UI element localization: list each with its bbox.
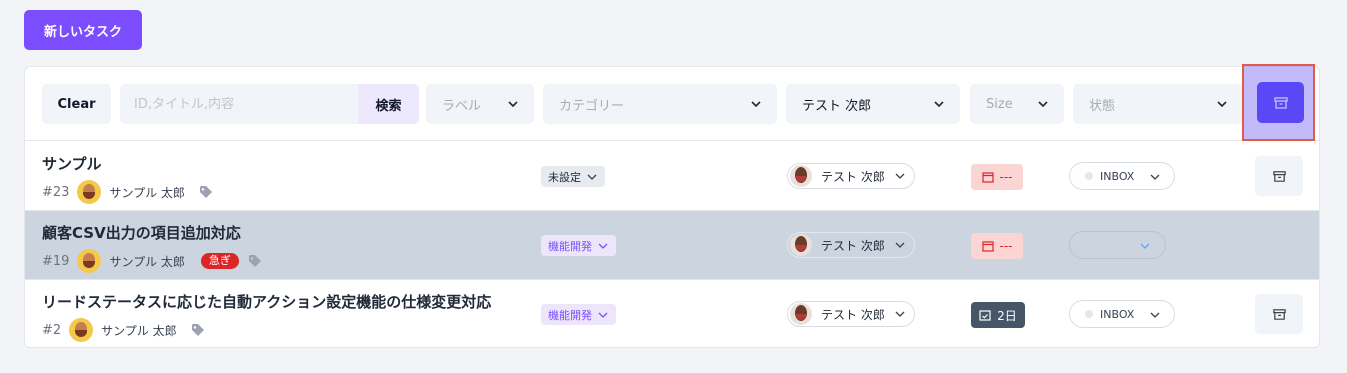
clear-button[interactable]: Clear [42, 84, 111, 124]
calendar-icon [981, 172, 994, 183]
task-title[interactable]: 顧客CSV出力の項目追加対応 [42, 222, 241, 243]
assignee-pill[interactable]: テスト 次郎 [787, 232, 915, 258]
status-select[interactable]: 状態 [1073, 84, 1243, 124]
status-pill[interactable] [1069, 231, 1166, 259]
status-dot [1085, 310, 1093, 318]
status-dot [1085, 172, 1093, 180]
chevron-down-icon [1215, 97, 1229, 111]
chevron-down-icon [894, 239, 906, 251]
chevron-down-icon [1149, 309, 1161, 321]
due-badge[interactable]: 2日 [971, 302, 1025, 328]
filter-bar: Clear 検索 ラベル カテゴリー テスト 次郎 Size 状態 [25, 64, 1319, 141]
archive-icon [1273, 96, 1288, 109]
due-badge[interactable]: --- [971, 164, 1023, 190]
category-select[interactable]: カテゴリー [543, 84, 777, 124]
assignee-pill[interactable]: テスト 次郎 [787, 301, 915, 327]
status-label: INBOX [1100, 169, 1135, 183]
task-row[interactable]: リードステータスに応じた自動アクション設定機能の仕様変更対応 #2 サンプル 太… [25, 280, 1319, 349]
size-select-value: Size [986, 96, 1013, 112]
calendar-icon [981, 241, 994, 252]
chevron-down-icon [597, 309, 609, 321]
assignee-select-value: テスト 次郎 [802, 98, 872, 114]
label-select-value: ラベル [442, 98, 482, 114]
chevron-down-icon [1149, 171, 1161, 183]
chevron-down-icon [1036, 97, 1050, 111]
assignee-select[interactable]: テスト 次郎 [786, 84, 960, 124]
assignee-name: テスト 次郎 [821, 169, 885, 184]
due-badge[interactable]: --- [971, 233, 1023, 259]
avatar [77, 249, 102, 273]
category-label: 機能開発 [548, 308, 592, 322]
task-number: #23 [42, 184, 70, 200]
new-task-button[interactable]: 新しいタスク [24, 10, 142, 50]
avatar [790, 303, 812, 325]
task-row[interactable]: サンプル #23 サンプル 太郎 未設定 テスト 次郎 --- INBOX [25, 142, 1319, 211]
archive-filter-button[interactable] [1257, 82, 1304, 123]
status-pill[interactable]: INBOX [1069, 162, 1175, 190]
due-value: --- [999, 170, 1013, 184]
due-value: 2日 [997, 308, 1017, 323]
tag-icon[interactable] [248, 254, 262, 268]
archive-icon [1272, 308, 1286, 320]
avatar [77, 180, 102, 204]
urgent-badge: 急ぎ [200, 253, 239, 269]
calendar-check-icon [979, 310, 991, 321]
task-title[interactable]: サンプル [42, 153, 102, 174]
chevron-down-icon [749, 97, 763, 111]
chevron-down-icon [506, 97, 520, 111]
tag-icon[interactable] [191, 323, 205, 337]
task-row-selected[interactable]: 顧客CSV出力の項目追加対応 #19 サンプル 太郎 急ぎ 機能開発 テスト 次… [25, 211, 1319, 280]
avatar [790, 165, 812, 187]
archive-icon [1272, 170, 1286, 182]
category-label: 機能開発 [548, 239, 592, 253]
chevron-down-icon [894, 308, 906, 320]
assignee-name: テスト 次郎 [821, 238, 885, 253]
task-meta: #23 サンプル 太郎 [42, 180, 213, 204]
archive-button[interactable] [1255, 156, 1303, 196]
archive-button-highlight [1242, 64, 1315, 141]
chevron-down-icon [586, 171, 598, 183]
search-input[interactable] [120, 84, 358, 124]
avatar [69, 318, 94, 342]
category-label: 未設定 [548, 170, 581, 184]
chevron-down-icon [1139, 240, 1151, 252]
due-value: --- [999, 239, 1013, 253]
task-owner: サンプル 太郎 [109, 185, 185, 200]
assignee-name: テスト 次郎 [821, 307, 885, 322]
assignee-pill[interactable]: テスト 次郎 [787, 163, 915, 189]
status-label: INBOX [1100, 307, 1135, 321]
task-title[interactable]: リードステータスに応じた自動アクション設定機能の仕様変更対応 [42, 291, 491, 312]
search-button[interactable]: 検索 [358, 84, 419, 124]
task-owner: サンプル 太郎 [101, 323, 177, 338]
task-meta: #2 サンプル 太郎 [42, 318, 205, 342]
chevron-down-icon [894, 170, 906, 182]
chevron-down-icon [932, 97, 946, 111]
task-owner: サンプル 太郎 [109, 254, 185, 269]
tag-icon[interactable] [199, 185, 213, 199]
label-select[interactable]: ラベル [426, 84, 534, 124]
avatar [790, 234, 812, 256]
category-badge[interactable]: 機能開発 [541, 235, 616, 256]
status-select-value: 状態 [1089, 98, 1116, 114]
category-badge[interactable]: 機能開発 [541, 304, 616, 325]
task-meta: #19 サンプル 太郎 急ぎ [42, 249, 262, 273]
size-select[interactable]: Size [970, 84, 1064, 124]
task-number: #19 [42, 253, 70, 269]
category-select-value: カテゴリー [559, 98, 625, 114]
task-number: #2 [42, 322, 62, 338]
category-badge[interactable]: 未設定 [541, 166, 605, 187]
archive-button[interactable] [1255, 294, 1303, 334]
task-panel: Clear 検索 ラベル カテゴリー テスト 次郎 Size 状態 [24, 64, 1320, 349]
status-pill[interactable]: INBOX [1069, 300, 1175, 328]
chevron-down-icon [597, 240, 609, 252]
